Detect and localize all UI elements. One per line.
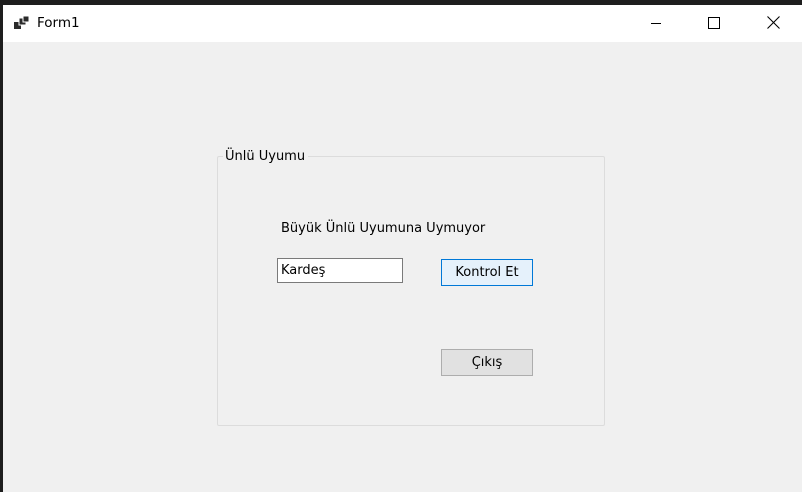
word-input[interactable] <box>277 258 403 283</box>
form-app-icon <box>14 15 30 29</box>
close-icon <box>766 14 780 33</box>
form-window: Form1 Ünlü Uyumu Büyük Ünlü Uyumuna Uymu… <box>3 5 802 492</box>
close-button[interactable] <box>744 5 802 42</box>
window-title: Form1 <box>37 15 80 31</box>
minimize-icon <box>650 14 662 33</box>
groupbox-title: Ünlü Uyumu <box>223 149 309 165</box>
minimize-button[interactable] <box>627 5 685 42</box>
maximize-button[interactable] <box>685 5 743 42</box>
exit-button[interactable]: Çıkış <box>441 349 533 376</box>
check-button[interactable]: Kontrol Et <box>441 259 533 286</box>
vowel-harmony-groupbox <box>217 156 605 426</box>
maximize-icon <box>708 14 720 33</box>
result-label: Büyük Ünlü Uyumuna Uymuyor <box>281 221 486 236</box>
title-bar[interactable]: Form1 <box>3 5 802 42</box>
